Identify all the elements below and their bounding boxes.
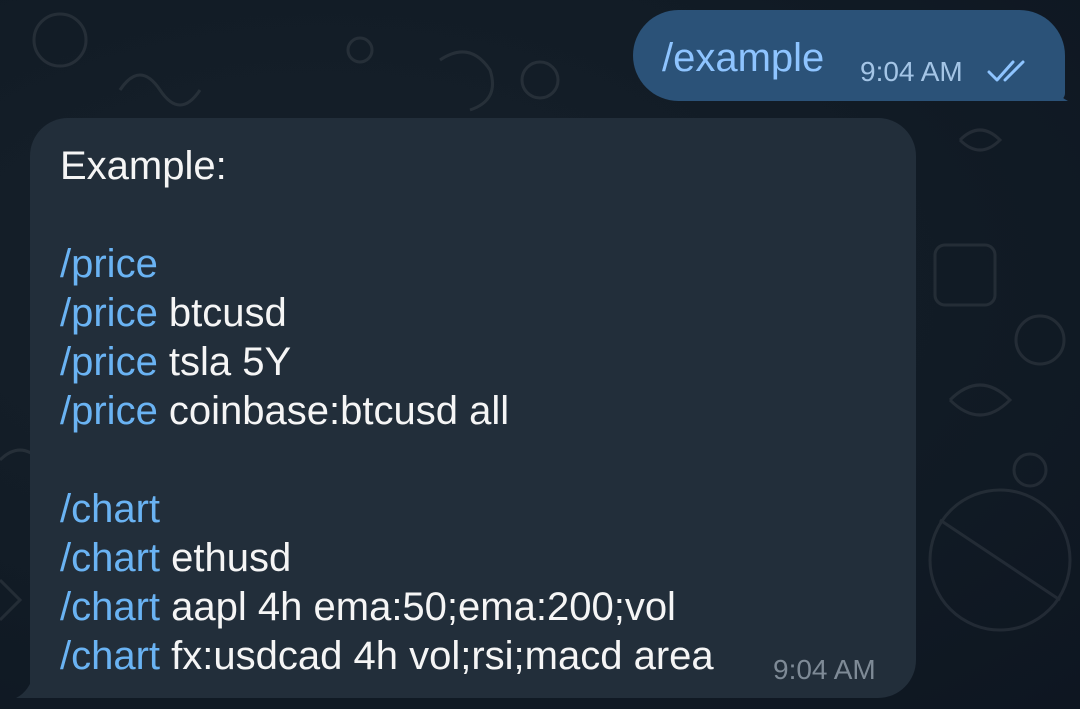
message-heading: Example: xyxy=(60,144,227,188)
command-link-chart[interactable]: /chart xyxy=(60,634,160,678)
command-link-chart[interactable]: /chart xyxy=(60,487,160,531)
example-line: /price coinbase:btcusd all xyxy=(60,387,714,436)
command-args: fx:usdcad 4h vol;rsi;macd area xyxy=(160,634,714,678)
command-args: tsla 5Y xyxy=(157,340,292,384)
outgoing-message-time: 9:04 AM xyxy=(860,56,963,87)
command-link-chart[interactable]: /chart xyxy=(60,536,160,580)
example-line: /chart ethusd xyxy=(60,534,714,583)
example-line: /price tsla 5Y xyxy=(60,338,714,387)
example-line: /price xyxy=(60,240,714,289)
command-link-chart[interactable]: /chart xyxy=(60,585,160,629)
command-args: coinbase:btcusd all xyxy=(157,389,510,433)
incoming-message-body: Example: /price /price btcusd /price tsl… xyxy=(60,142,714,681)
incoming-bubble-tail xyxy=(16,672,44,698)
incoming-message-time: 9:04 AM xyxy=(773,654,876,685)
outgoing-message-text[interactable]: /example xyxy=(662,34,824,82)
command-args: ethusd xyxy=(160,536,292,580)
example-line: /chart aapl 4h ema:50;ema:200;vol xyxy=(60,583,714,632)
command-link-price[interactable]: /price xyxy=(60,389,158,433)
command-link-price[interactable]: /price xyxy=(60,242,158,286)
command-args: btcusd xyxy=(157,291,287,335)
command-args: aapl 4h ema:50;ema:200;vol xyxy=(160,585,676,629)
double-check-icon xyxy=(987,60,1025,82)
example-line: /chart xyxy=(60,485,714,534)
command-link-price[interactable]: /price xyxy=(60,291,158,335)
command-link-price[interactable]: /price xyxy=(60,340,158,384)
outgoing-bubble-tail xyxy=(1040,76,1068,101)
example-line: /price btcusd xyxy=(60,289,714,338)
example-line: /chart fx:usdcad 4h vol;rsi;macd area xyxy=(60,632,714,681)
